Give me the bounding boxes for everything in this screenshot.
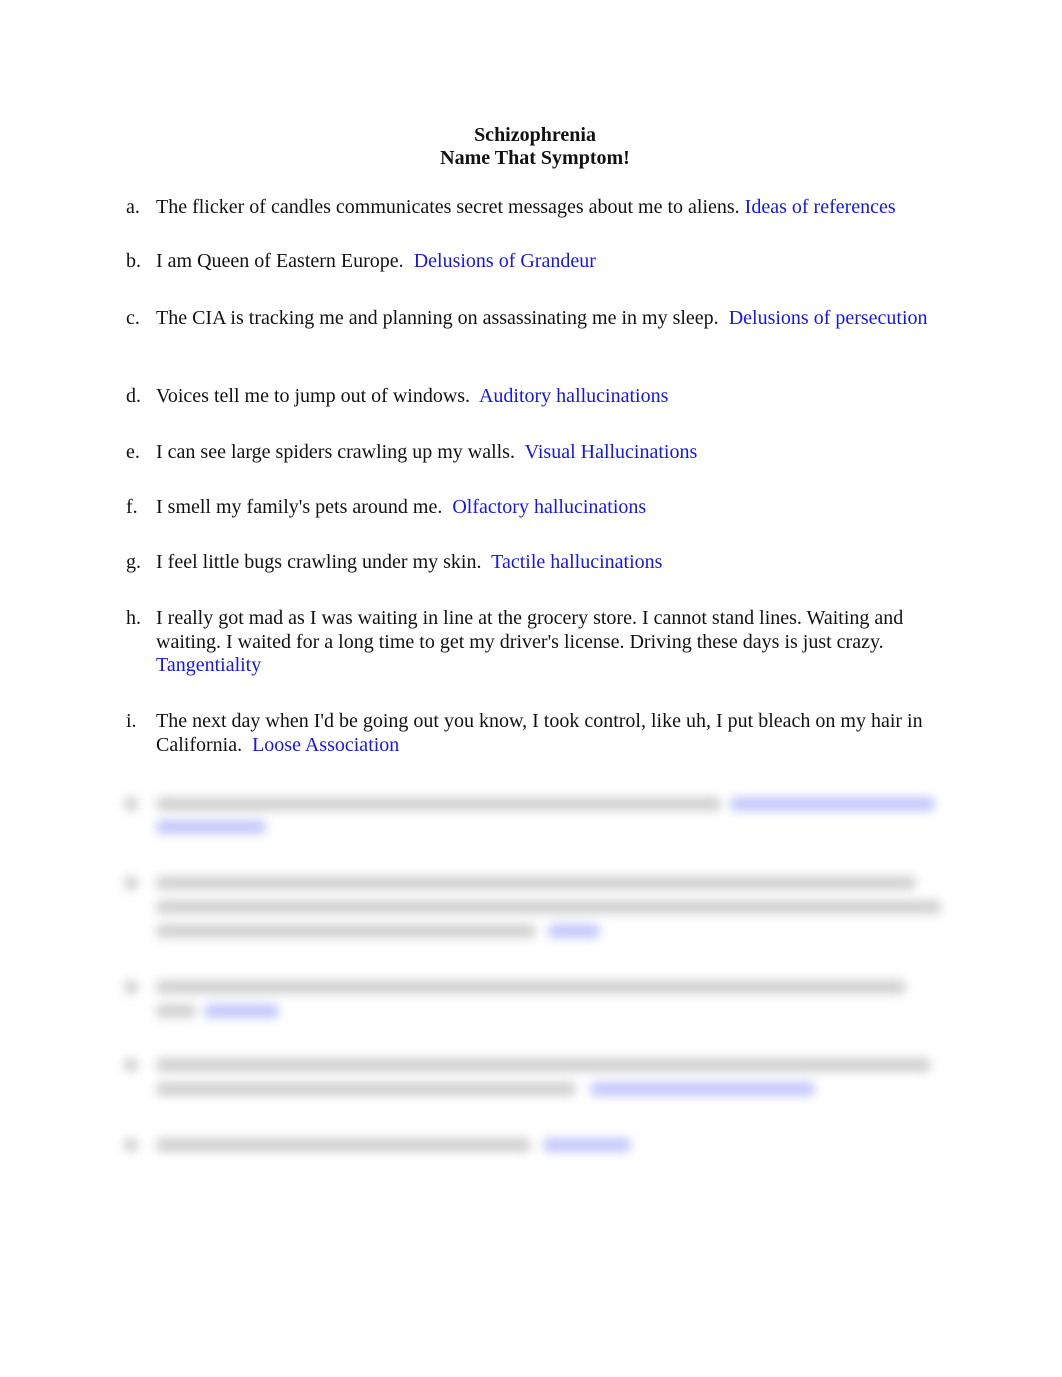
- item-answer: Ideas of references: [744, 196, 896, 218]
- item-statement: The flicker of candles communicates secr…: [156, 196, 740, 218]
- item-answer: Visual Hallucinations: [524, 441, 698, 463]
- blurred-answer: [204, 1004, 279, 1018]
- blurred-line: [156, 900, 941, 914]
- item-statement: I smell my family's pets around me.: [156, 496, 443, 518]
- list-item-i: i. The next day when I'd be going out yo…: [126, 710, 956, 757]
- blurred-line: [156, 980, 906, 994]
- page-title: Schizophrenia: [474, 124, 596, 146]
- item-letter: h.: [126, 607, 141, 629]
- list-item-h: h. I really got mad as I was waiting in …: [126, 607, 956, 678]
- blurred-letter: [124, 1058, 138, 1072]
- item-answer: Tactile hallucinations: [491, 551, 663, 573]
- list-item-e: e. I can see large spiders crawling up m…: [126, 441, 956, 465]
- list-item-f: f. I smell my family's pets around me. O…: [126, 496, 956, 520]
- item-answer: Delusions of Grandeur: [413, 250, 596, 272]
- blurred-answer: [156, 820, 266, 834]
- item-statement: I feel little bugs crawling under my ski…: [156, 551, 482, 573]
- blurred-line: [156, 876, 916, 890]
- item-letter: e.: [126, 441, 140, 463]
- item-answer: Loose Association: [252, 733, 400, 756]
- blurred-letter: [124, 797, 138, 811]
- blurred-answer: [590, 1082, 815, 1096]
- blurred-line: [156, 797, 721, 811]
- list-item-d: d. Voices tell me to jump out of windows…: [126, 385, 956, 409]
- page-subtitle: Name That Symptom!: [440, 147, 630, 169]
- list-item-g: g. I feel little bugs crawling under my …: [126, 551, 956, 575]
- blurred-letter: [124, 876, 138, 890]
- item-statement: The CIA is tracking me and planning on a…: [156, 307, 719, 329]
- item-answer: Olfactory hallucinations: [452, 496, 647, 518]
- blurred-line: [156, 1082, 576, 1096]
- item-answer: Auditory hallucinations: [478, 385, 669, 407]
- blurred-line: [156, 924, 536, 938]
- item-letter: d.: [126, 385, 141, 407]
- item-letter: b.: [126, 250, 141, 272]
- item-statement: I can see large spiders crawling up my w…: [156, 441, 515, 463]
- item-letter: g.: [126, 551, 141, 573]
- item-letter: f.: [126, 496, 138, 518]
- item-letter: c.: [126, 307, 140, 329]
- item-statement: I really got mad as I was waiting in lin…: [156, 607, 904, 653]
- blurred-letter: [124, 980, 138, 994]
- blurred-answer: [730, 797, 935, 811]
- item-answer: Delusions of persecution: [728, 307, 928, 329]
- list-item-b: b. I am Queen of Eastern Europe. Delusio…: [126, 250, 956, 274]
- blurred-line: [156, 1058, 931, 1072]
- item-letter: a.: [126, 196, 140, 218]
- blurred-letter: [124, 1138, 138, 1152]
- item-statement: I am Queen of Eastern Europe.: [156, 250, 404, 272]
- item-statement: Voices tell me to jump out of windows.: [156, 385, 471, 407]
- item-answer: Tangentiality: [156, 654, 262, 676]
- blurred-line: [156, 1138, 531, 1152]
- item-letter: i.: [126, 710, 137, 732]
- blurred-answer: [548, 924, 600, 938]
- blurred-answer: [543, 1138, 631, 1152]
- blurred-line: [156, 1004, 196, 1018]
- list-item-c: c. The CIA is tracking me and planning o…: [126, 307, 956, 331]
- list-item-a: a. The flicker of candles communicates s…: [126, 196, 956, 220]
